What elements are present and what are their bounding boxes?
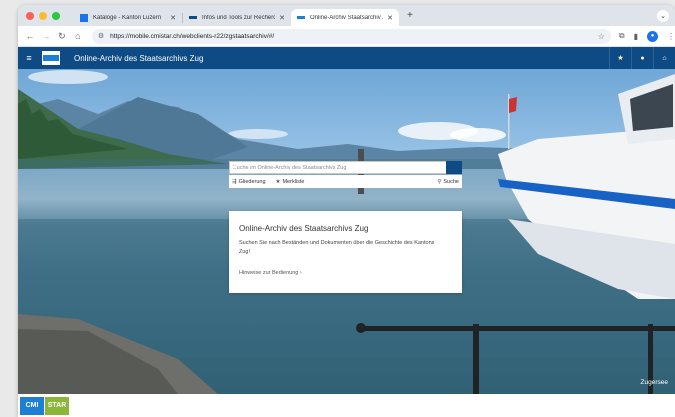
tab-favicon-icon bbox=[189, 16, 197, 19]
reload-icon[interactable]: ↻ bbox=[54, 31, 70, 42]
tab-infos-tools[interactable]: Infos und Tools zur Recherche ✕ bbox=[183, 9, 291, 26]
tab-close-icon[interactable]: ✕ bbox=[170, 14, 176, 22]
profile-avatar-icon[interactable]: ● bbox=[647, 30, 658, 42]
tab-search-chevron-icon[interactable]: ⌄ bbox=[657, 10, 669, 22]
app-header: ≡ Online-Archiv des Staatsarchivs Zug ★ … bbox=[18, 47, 675, 69]
tab-kataloge-luzern[interactable]: Kataloge - Kanton Luzern ✕ bbox=[74, 9, 182, 26]
browser-toolbar: ← → ↻ ⌂ ⚙ https://mobile.cmistar.ch/webc… bbox=[18, 26, 675, 47]
toolbar-actions: ⧉ ▮ ● ⋮ bbox=[619, 30, 675, 42]
merkliste-label: Merkliste bbox=[282, 178, 305, 185]
side-panel-icon[interactable]: ▮ bbox=[634, 32, 638, 41]
search-icon: ⚲ bbox=[437, 178, 442, 185]
tab-title: Online-Archiv Staatsarchiv Zug bbox=[310, 14, 383, 21]
minimize-window-button[interactable] bbox=[39, 11, 47, 20]
extensions-icon[interactable]: ⧉ bbox=[619, 31, 625, 41]
tree-structure-icon: ⇶ bbox=[232, 178, 237, 185]
star-logo[interactable]: STAR bbox=[45, 396, 69, 415]
tab-title: Infos und Tools zur Recherche bbox=[202, 14, 276, 21]
usage-hints-link[interactable]: Hinweise zur Bedienung › bbox=[239, 270, 452, 276]
bookmark-star-icon[interactable]: ☆ bbox=[598, 32, 605, 41]
user-icon[interactable]: ● bbox=[631, 47, 653, 69]
url-text: https://mobile.cmistar.ch/webclients-r22… bbox=[110, 32, 275, 40]
hero-image-lake: ⇶ Gliederung ★ Merkliste ⚲ Suche Online-… bbox=[18, 69, 675, 394]
tab-favicon-icon bbox=[297, 16, 305, 19]
search-button[interactable] bbox=[230, 161, 462, 174]
footer: CMI STAR bbox=[18, 394, 675, 417]
star-icon: ★ bbox=[275, 178, 281, 185]
search-links-bar: ⇶ Gliederung ★ Merkliste ⚲ Suche bbox=[229, 175, 462, 188]
browser-window: Kataloge - Kanton Luzern ✕ Infos und Too… bbox=[18, 5, 675, 417]
merkliste-link[interactable]: ★ Merkliste bbox=[276, 179, 305, 185]
app-title: Online-Archiv des Staatsarchivs Zug bbox=[74, 53, 204, 63]
cmi-logo[interactable]: CMI bbox=[20, 396, 44, 415]
site-settings-icon[interactable]: ⚙ bbox=[98, 32, 104, 40]
search-bar bbox=[229, 161, 462, 174]
suche-link[interactable]: ⚲ Suche bbox=[437, 179, 459, 185]
web-page: ≡ Online-Archiv des Staatsarchivs Zug ★ … bbox=[18, 47, 675, 417]
home-icon[interactable]: ⌂ bbox=[653, 47, 675, 69]
new-tab-button[interactable]: + bbox=[407, 10, 413, 21]
hamburger-menu-icon[interactable]: ≡ bbox=[18, 53, 40, 63]
tab-strip: Kataloge - Kanton Luzern ✕ Infos und Too… bbox=[18, 5, 675, 26]
zug-coat-of-arms-logo bbox=[42, 51, 60, 65]
search-icon bbox=[230, 162, 237, 169]
close-window-button[interactable] bbox=[26, 11, 34, 20]
search-input[interactable] bbox=[230, 162, 446, 173]
window-controls bbox=[26, 11, 74, 20]
header-actions: ★ ● ⌂ bbox=[609, 47, 675, 69]
gliederung-label: Gliederung bbox=[238, 178, 266, 185]
address-bar[interactable]: ⚙ https://mobile.cmistar.ch/webclients-r… bbox=[91, 28, 611, 44]
favorites-star-icon[interactable]: ★ bbox=[609, 47, 631, 69]
photo-location-label: Zugersee bbox=[640, 379, 668, 386]
forward-arrow-icon[interactable]: → bbox=[38, 31, 54, 41]
tab-online-archiv[interactable]: Online-Archiv Staatsarchiv Zug ✕ bbox=[291, 9, 399, 26]
tab-close-icon[interactable]: ✕ bbox=[279, 14, 285, 22]
gliederung-link[interactable]: ⇶ Gliederung bbox=[232, 179, 266, 185]
tab-title: Kataloge - Kanton Luzern bbox=[93, 14, 162, 21]
tab-close-icon[interactable]: ✕ bbox=[387, 14, 393, 22]
info-text: Suchen Sie nach Beständen und Dokumenten… bbox=[239, 240, 435, 255]
suche-label: Suche bbox=[443, 178, 459, 185]
info-card: Online-Archiv des Staatsarchivs Zug Such… bbox=[229, 211, 462, 293]
more-menu-icon[interactable]: ⋮ bbox=[667, 32, 675, 41]
back-arrow-icon[interactable]: ← bbox=[22, 31, 38, 41]
tab-favicon-icon bbox=[80, 13, 88, 22]
maximize-window-button[interactable] bbox=[52, 11, 60, 20]
home-icon[interactable]: ⌂ bbox=[70, 31, 86, 41]
info-title: Online-Archiv des Staatsarchivs Zug bbox=[239, 224, 369, 233]
